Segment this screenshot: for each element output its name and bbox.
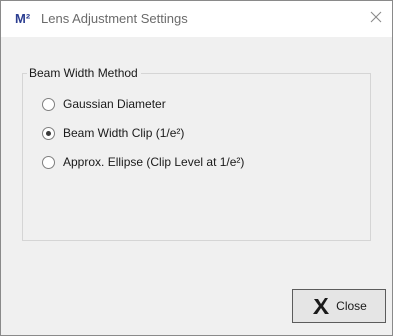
app-logo: M² [15,11,31,26]
radio-beam-width-clip[interactable]: Beam Width Clip (1/e²) [42,124,184,142]
close-button-label: Close [336,299,367,313]
x-icon [313,298,330,314]
window-title: Lens Adjustment Settings [41,11,188,26]
radio-button[interactable] [42,155,55,169]
group-title: Beam Width Method [27,65,141,81]
beam-width-method-group: Beam Width Method Gaussian Diameter Beam… [22,65,371,241]
radio-approx-ellipse[interactable]: Approx. Ellipse (Clip Level at 1/e²) [42,153,244,171]
radio-gaussian-diameter[interactable]: Gaussian Diameter [42,95,166,113]
close-icon[interactable] [368,9,384,25]
radio-label: Approx. Ellipse (Clip Level at 1/e²) [63,155,245,169]
radio-label: Beam Width Clip (1/e²) [63,126,185,140]
radio-label: Gaussian Diameter [63,97,166,111]
radio-button[interactable] [42,126,55,140]
radio-button[interactable] [42,97,55,111]
dialog-content: Beam Width Method Gaussian Diameter Beam… [1,38,392,335]
close-button[interactable]: Close [292,289,386,323]
dialog-window: M² Lens Adjustment Settings Beam Width M… [0,0,393,336]
title-bar: M² Lens Adjustment Settings [1,1,392,37]
close-button-content: Close [311,297,367,315]
